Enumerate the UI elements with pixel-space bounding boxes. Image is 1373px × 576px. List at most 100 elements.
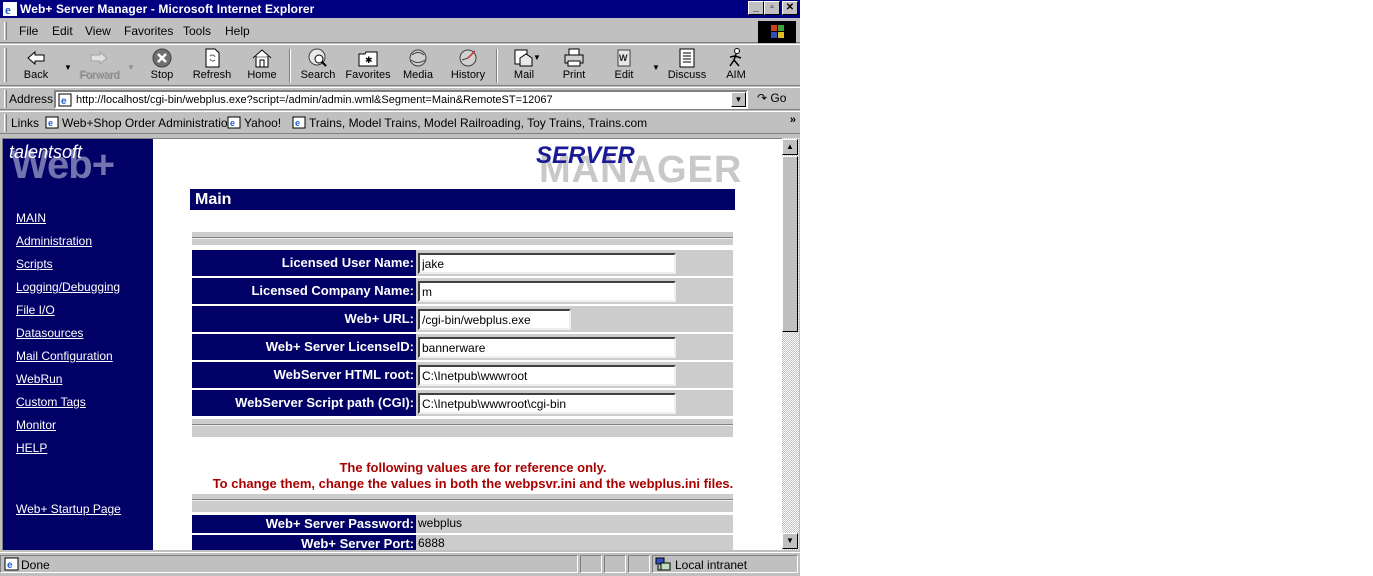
menubar-grip[interactable]: [4, 22, 7, 40]
status-text: Done: [21, 558, 50, 572]
back-button[interactable]: Back: [11, 47, 61, 85]
licensed-company-name-input[interactable]: [418, 281, 676, 302]
forward-arrow-icon: [90, 50, 108, 66]
menu-favorites[interactable]: Favorites: [124, 24, 173, 38]
arrow-down-icon: ▼: [786, 536, 794, 545]
address-dropdown-button[interactable]: ▼: [731, 92, 746, 107]
ie-window: e Web+ Server Manager - Microsoft Intern…: [0, 0, 800, 576]
forward-dropdown-icon[interactable]: ▼: [127, 63, 135, 72]
nav-logging-debugging[interactable]: Logging/Debugging: [16, 280, 120, 294]
page-done-icon: e: [4, 557, 19, 571]
nav-sidebar: Web+ talentsoft MAIN Administration Scri…: [3, 139, 153, 550]
zone-text: Local intranet: [675, 558, 748, 572]
page-icon: e: [45, 116, 59, 129]
page-icon: e: [58, 93, 72, 107]
field-label: Web+ Server Port:: [192, 535, 416, 550]
vertical-scrollbar[interactable]: ▲ ▼: [782, 138, 799, 550]
field-label: Web+ URL:: [192, 306, 416, 332]
nav-datasources[interactable]: Datasources: [16, 326, 83, 340]
aim-button[interactable]: AIM: [711, 47, 761, 85]
nav-monitor[interactable]: Monitor: [16, 418, 56, 432]
ie-logo-icon: e: [3, 2, 17, 17]
edit-button[interactable]: W Edit: [599, 47, 649, 85]
windows-throbber-logo: [758, 21, 796, 43]
script-path-input[interactable]: [418, 393, 676, 414]
svg-text:W: W: [619, 53, 628, 63]
server-license-id-input[interactable]: [418, 337, 676, 358]
favorites-button[interactable]: ✱ Favorites: [343, 47, 393, 85]
scroll-thumb[interactable]: [782, 156, 798, 332]
history-button[interactable]: History: [443, 47, 493, 85]
link-webshop-order-admin[interactable]: e Web+Shop Order Administration: [45, 116, 234, 130]
nav-webrun[interactable]: WebRun: [16, 372, 62, 386]
link-trains[interactable]: e Trains, Model Trains, Model Railroading…: [292, 116, 647, 130]
licensed-user-name-input[interactable]: [418, 253, 676, 274]
toolbar-grip[interactable]: [4, 48, 7, 82]
menu-help[interactable]: Help: [225, 24, 250, 38]
history-icon: [459, 49, 477, 67]
nav-mail-configuration[interactable]: Mail Configuration: [16, 349, 113, 363]
menu-edit[interactable]: Edit: [52, 24, 73, 38]
menu-bar: File Edit View Favorites Tools Help: [0, 19, 800, 43]
nav-administration[interactable]: Administration: [16, 234, 92, 248]
status-pane: [580, 555, 602, 573]
server-port-value: 6888: [418, 536, 445, 550]
field-label: Web+ Server LicenseID:: [192, 334, 416, 360]
links-more-chevron-icon[interactable]: »: [790, 114, 796, 126]
scroll-up-button[interactable]: ▲: [782, 139, 798, 155]
restore-button[interactable]: ▫: [764, 1, 780, 15]
home-icon: [252, 49, 272, 68]
edit-dropdown-icon[interactable]: ▼: [652, 63, 660, 72]
edit-icon: W: [617, 49, 631, 67]
nav-scripts[interactable]: Scripts: [16, 257, 53, 271]
arrow-up-icon: ▲: [786, 142, 794, 151]
close-button[interactable]: ✕: [782, 1, 798, 15]
mail-dropdown-icon[interactable]: ▼: [533, 53, 541, 62]
address-label: Address: [9, 92, 54, 106]
print-button[interactable]: Print: [549, 47, 599, 85]
nav-custom-tags[interactable]: Custom Tags: [16, 395, 86, 409]
windows-flag-icon: [771, 25, 784, 38]
stop-button[interactable]: Stop: [137, 47, 187, 85]
links-label: Links: [11, 116, 40, 130]
minimize-button[interactable]: _: [748, 1, 764, 15]
talentsoft-logo: talentsoft: [9, 142, 83, 162]
discuss-button[interactable]: Discuss: [662, 47, 712, 85]
nav-main[interactable]: MAIN: [16, 211, 46, 225]
menu-file[interactable]: File: [19, 24, 38, 38]
nav-file-io[interactable]: File I/O: [16, 303, 55, 317]
standard-toolbar: Back ▼ Forward ▼ Stop Refresh Home Searc…: [0, 44, 800, 86]
address-url[interactable]: http://localhost/cgi-bin/webplus.exe?scr…: [76, 94, 553, 106]
addressbar-grip[interactable]: [4, 90, 7, 108]
refresh-icon: [205, 48, 220, 68]
field-label: WebServer HTML root:: [192, 362, 416, 388]
nav-startup-page[interactable]: Web+ Startup Page: [16, 502, 121, 516]
mail-button[interactable]: Mail: [499, 47, 549, 85]
linksbar-grip[interactable]: [4, 114, 7, 132]
webplus-url-input[interactable]: [418, 309, 571, 330]
html-root-input[interactable]: [418, 365, 676, 386]
field-label: WebServer Script path (CGI):: [192, 390, 416, 416]
header-server-text: SERVER: [536, 142, 635, 169]
status-pane: [628, 555, 650, 573]
forward-button[interactable]: Forward: [74, 47, 124, 85]
svg-text:✱: ✱: [365, 55, 373, 65]
nav-help[interactable]: HELP: [16, 441, 47, 455]
back-dropdown-icon[interactable]: ▼: [64, 63, 72, 72]
menu-tools[interactable]: Tools: [183, 24, 211, 38]
search-button[interactable]: Search: [293, 47, 343, 85]
link-yahoo[interactable]: e Yahoo!: [227, 116, 281, 130]
notice-line-2: To change them, change the values in bot…: [212, 476, 734, 491]
table-separator: [192, 419, 733, 437]
back-arrow-icon: [27, 50, 45, 66]
svg-text:e: e: [61, 96, 67, 107]
go-arrow-icon: ↷: [757, 91, 768, 105]
home-button[interactable]: Home: [237, 47, 287, 85]
scroll-down-button[interactable]: ▼: [782, 533, 798, 549]
go-button[interactable]: ↷ Go: [757, 91, 786, 105]
section-title: Main: [190, 189, 735, 210]
address-input[interactable]: e http://localhost/cgi-bin/webplus.exe?s…: [54, 90, 748, 109]
menu-view[interactable]: View: [85, 24, 111, 38]
refresh-button[interactable]: Refresh: [187, 47, 237, 85]
media-button[interactable]: Media: [393, 47, 443, 85]
